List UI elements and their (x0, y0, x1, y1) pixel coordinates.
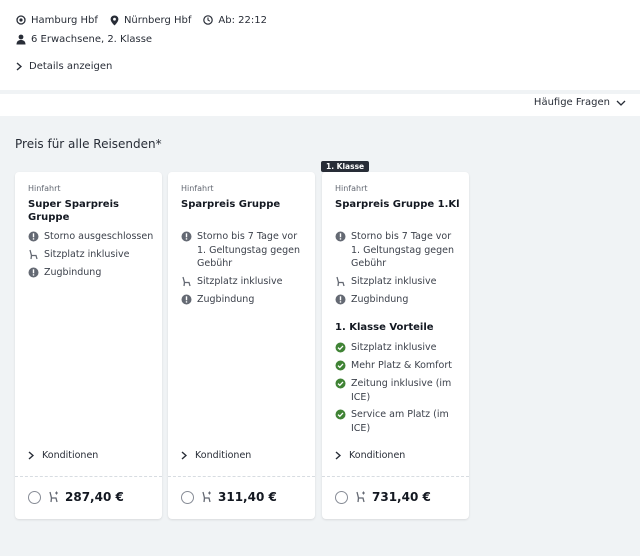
info-icon (181, 294, 192, 305)
travelers-label: 6 Erwachsene, 2. Klasse (31, 34, 153, 45)
chevron-right-icon (28, 451, 34, 460)
check-icon (335, 360, 346, 371)
divider (322, 476, 469, 477)
feature-item: Sitzplatz inklusive (181, 275, 307, 289)
details-label: Details anzeigen (29, 61, 113, 72)
info-icon (28, 231, 39, 242)
feature-item: Sitzplatz inklusive (335, 275, 461, 289)
chevron-down-icon (616, 100, 626, 106)
origin: Hamburg Hbf (16, 15, 98, 26)
seat-reservation-icon (49, 491, 58, 503)
offer-radio[interactable] (28, 490, 41, 504)
offer-price: 311,40 € (218, 490, 277, 504)
feature-text: Storno bis 7 Tage vor 1. Geltungstag geg… (197, 231, 301, 269)
offer-radio[interactable] (181, 490, 194, 504)
feature-item: Zugbindung (335, 293, 461, 307)
seat-icon (336, 276, 345, 287)
seat-icon (29, 249, 38, 260)
conditions-link[interactable]: Konditionen (335, 450, 405, 461)
travelers: 6 Erwachsene, 2. Klasse (16, 34, 152, 45)
info-icon (181, 231, 192, 242)
chevron-right-icon (181, 451, 187, 460)
chevron-right-icon (16, 62, 22, 71)
divider (15, 476, 162, 477)
benefit-text: Service am Platz (im ICE) (351, 409, 449, 434)
section-heading: Preis für alle Reisenden* (15, 137, 162, 151)
feature-item: Storno bis 7 Tage vor 1. Geltungstag geg… (335, 230, 461, 271)
offer-name: Sparpreis Gruppe (181, 199, 281, 210)
destination: Nürnberg Hbf (110, 15, 191, 26)
offer-card-sparpreis-gruppe[interactable]: Hinfahrt Sparpreis Gruppe Storno bis 7 T… (168, 172, 315, 519)
seat-reservation-icon (356, 491, 365, 503)
benefit-item: Mehr Platz & Komfort (335, 359, 461, 373)
direction-label: Hinfahrt (181, 184, 214, 193)
offer-name: Sparpreis Gruppe 1.Kl (335, 199, 460, 210)
info-icon (28, 267, 39, 278)
offer-price: 287,40 € (65, 490, 124, 504)
conditions-link[interactable]: Konditionen (28, 450, 98, 461)
info-icon (335, 231, 346, 242)
divider (168, 476, 315, 477)
offer-card-super-sparpreis-gruppe[interactable]: Hinfahrt Super Sparpreis Gruppe Storno a… (15, 172, 162, 519)
benefits-title: 1. Klasse Vorteile (335, 322, 434, 333)
location-pin-icon (110, 15, 119, 25)
conditions-label: Konditionen (349, 450, 406, 461)
feature-item: Sitzplatz inklusive (28, 248, 154, 262)
faq-toggle[interactable]: Häufige Fragen (534, 97, 626, 108)
feature-item: Zugbindung (181, 293, 307, 307)
feature-text: Zugbindung (44, 267, 102, 278)
faq-label: Häufige Fragen (533, 97, 610, 108)
feature-item: Storno bis 7 Tage vor 1. Geltungstag geg… (181, 230, 307, 271)
seat-reservation-icon (202, 491, 211, 503)
chevron-right-icon (335, 451, 341, 460)
offer-name: Super Sparpreis Gruppe (28, 199, 119, 223)
info-icon (335, 294, 346, 305)
feature-text: Storno ausgeschlossen (44, 231, 154, 242)
price-row[interactable]: 731,40 € (335, 490, 431, 504)
benefit-text: Sitzplatz inklusive (351, 342, 437, 353)
departure: Ab: 22:12 (203, 15, 267, 26)
feature-text: Sitzplatz inklusive (351, 276, 437, 287)
origin-label: Hamburg Hbf (31, 14, 98, 26)
check-icon (335, 409, 346, 420)
first-class-badge: 1. Klasse (321, 161, 370, 172)
journey-route: Hamburg Hbf Nürnberg Hbf Ab: 22:12 (16, 12, 279, 28)
seat-icon (182, 276, 191, 287)
benefit-item: Service am Platz (im ICE) (335, 408, 461, 435)
feature-item: Storno ausgeschlossen (28, 230, 154, 244)
benefit-text: Mehr Platz & Komfort (351, 360, 452, 371)
offer-card-sparpreis-gruppe-1kl[interactable]: Hinfahrt Sparpreis Gruppe 1.Kl Storno bi… (322, 172, 469, 519)
origin-icon (16, 15, 26, 25)
feature-text: Zugbindung (197, 294, 255, 305)
faq-bar: Häufige Fragen (0, 94, 640, 116)
departure-label: Ab: 22:12 (218, 14, 267, 26)
benefit-item: Sitzplatz inklusive (335, 341, 461, 355)
conditions-label: Konditionen (195, 450, 252, 461)
offer-price: 731,40 € (372, 490, 431, 504)
feature-item: Zugbindung (28, 266, 154, 280)
destination-label: Nürnberg Hbf (123, 14, 192, 26)
offer-radio[interactable] (335, 490, 348, 504)
benefit-text: Zeitung inklusive (im ICE) (351, 378, 452, 403)
clock-icon (203, 15, 214, 25)
direction-label: Hinfahrt (28, 184, 61, 193)
journey-summary: Hamburg Hbf Nürnberg Hbf Ab: 22:12 6 Erw… (0, 0, 640, 90)
conditions-label: Konditionen (42, 450, 99, 461)
direction-label: Hinfahrt (335, 184, 368, 193)
benefit-item: Zeitung inklusive (im ICE) (335, 377, 461, 404)
check-icon (335, 378, 346, 389)
person-icon (16, 34, 26, 45)
feature-text: Zugbindung (351, 294, 409, 305)
price-row[interactable]: 287,40 € (28, 490, 124, 504)
details-link[interactable]: Details anzeigen (16, 61, 112, 72)
feature-text: Storno bis 7 Tage vor 1. Geltungstag geg… (351, 231, 455, 269)
feature-text: Sitzplatz inklusive (197, 276, 283, 287)
feature-text: Sitzplatz inklusive (44, 249, 130, 260)
conditions-link[interactable]: Konditionen (181, 450, 251, 461)
check-icon (335, 342, 346, 353)
price-row[interactable]: 311,40 € (181, 490, 277, 504)
